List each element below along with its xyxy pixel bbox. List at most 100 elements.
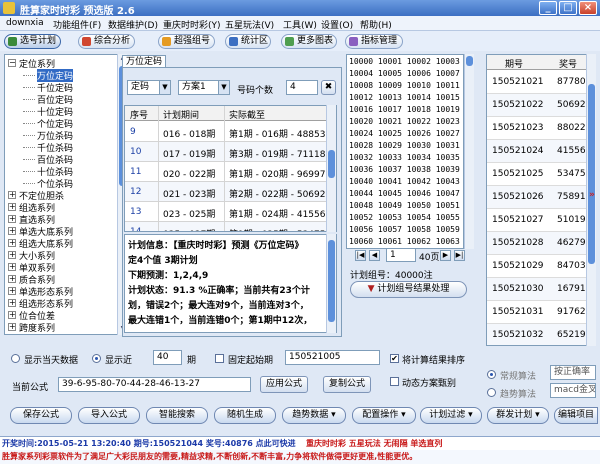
close-button[interactable]: × xyxy=(579,1,597,15)
recent-count-input[interactable]: 40 xyxy=(153,350,182,365)
trend-data-button[interactable]: 趋势数据 ▾ xyxy=(282,407,346,424)
edit-project-button[interactable]: 编辑项目 xyxy=(554,407,598,424)
result-row[interactable]: 150521030 16791 xyxy=(487,278,587,301)
expand-toggle-icon[interactable]: − xyxy=(8,59,16,67)
tab-plan[interactable]: 选号计划 xyxy=(4,34,61,49)
table-row[interactable]: 11 020 - 022期 第1期 - 020期 - 96997 xyxy=(125,162,336,182)
accuracy-select[interactable]: 按正确率 xyxy=(550,365,596,380)
start-issue-input[interactable]: 150521005 xyxy=(285,350,380,365)
config-button[interactable]: 配置操作 ▾ xyxy=(352,407,416,424)
tree-connector xyxy=(23,111,35,112)
sort-results-checkbox[interactable]: ✔ xyxy=(390,354,399,363)
result-row[interactable]: 150521021 87780 xyxy=(487,71,587,94)
expand-toggle-icon[interactable]: + xyxy=(8,215,16,223)
app-window: 胜算家时时彩 预选版 2.6 _ □ × downxia 功能组件(F) 数据维… xyxy=(0,0,600,464)
page-input[interactable]: 1 xyxy=(386,248,416,262)
count-input[interactable]: 4 xyxy=(286,80,318,95)
result-row[interactable]: 150521027 51019 xyxy=(487,209,587,232)
result-row[interactable]: 150521032 65219 xyxy=(487,324,587,345)
macd-select[interactable]: macd金叉点 xyxy=(550,383,596,398)
expand-toggle-icon[interactable]: + xyxy=(8,227,16,235)
info-line: 最大连错1个，当前连错0个；第1期中12次， xyxy=(128,316,313,326)
first-page-icon[interactable]: |◀ xyxy=(355,250,366,261)
scroll-thumb[interactable] xyxy=(328,150,335,178)
result-row[interactable]: 150521024 41556 xyxy=(487,140,587,163)
draw-status-link[interactable]: 开奖时间:2015-05-21 13:20:40 期号:150521044 奖号… xyxy=(2,438,296,449)
menu-functions[interactable]: 功能组件(F) xyxy=(53,18,101,31)
expand-toggle-icon[interactable]: + xyxy=(8,239,16,247)
expand-toggle-icon[interactable]: + xyxy=(8,275,16,283)
prev-page-icon[interactable]: ◀ xyxy=(369,250,380,261)
result-row[interactable]: 150521029 84703 xyxy=(487,255,587,278)
type-select[interactable]: 定码 ▼ xyxy=(127,80,171,95)
tab-super-group[interactable]: 超强组号 xyxy=(158,34,215,49)
scroll-thumb[interactable] xyxy=(588,84,595,264)
expand-toggle-icon[interactable]: + xyxy=(8,311,16,319)
results-scrollbar[interactable] xyxy=(586,54,596,346)
table-row[interactable]: 14 025 - 027期 第1期 - 025期 - 53475 xyxy=(125,222,336,231)
menu-data[interactable]: 数据维护(D) xyxy=(108,18,158,31)
expand-toggle-icon[interactable]: + xyxy=(8,203,16,211)
analysis-icon xyxy=(82,37,91,46)
result-row[interactable]: 150521028 46279 xyxy=(487,232,587,255)
tab-more-charts[interactable]: 更多图表 xyxy=(281,34,337,49)
minimize-button[interactable]: _ xyxy=(539,1,557,15)
next-page-icon[interactable]: ▶ xyxy=(440,250,451,261)
plan-filter-button[interactable]: 计划过滤 ▾ xyxy=(420,407,482,424)
random-generate-button[interactable]: 随机生成 xyxy=(214,407,276,424)
scheme-select[interactable]: 方案1 ▼ xyxy=(178,80,230,95)
apply-formula-button[interactable]: 应用公式 xyxy=(260,376,308,393)
tree-connector xyxy=(23,159,35,160)
result-row[interactable]: 150521031 91762 xyxy=(487,301,587,324)
scroll-thumb[interactable] xyxy=(466,56,473,66)
number-row: 10056 10057 10058 10059 xyxy=(349,225,460,234)
trend-algo-radio[interactable] xyxy=(487,388,496,397)
show-recent-radio[interactable] xyxy=(92,354,101,363)
fix-start-checkbox[interactable] xyxy=(215,354,224,363)
last-page-icon[interactable]: ▶| xyxy=(454,250,465,261)
tab-indicators[interactable]: 指标管理 xyxy=(345,34,403,49)
grid-scrollbar[interactable] xyxy=(326,105,336,232)
expand-toggle-icon[interactable]: + xyxy=(8,191,16,199)
tab-stats[interactable]: 统计区 xyxy=(225,34,271,49)
info-scrollbar[interactable] xyxy=(326,234,336,333)
result-row[interactable]: 150521022 50692 xyxy=(487,94,587,117)
expand-toggle-icon[interactable]: + xyxy=(8,299,16,307)
menu-help[interactable]: 帮助(H) xyxy=(360,18,392,31)
tab-analysis[interactable]: 综合分析 xyxy=(78,34,135,49)
expand-toggle-icon[interactable]: + xyxy=(8,263,16,271)
expand-arrow-icon[interactable]: » xyxy=(589,190,595,200)
table-row[interactable]: 9 016 - 018期 第1期 - 016期 - 48853 xyxy=(125,122,336,142)
smart-search-button[interactable]: 智能搜索 xyxy=(146,407,208,424)
menu-settings[interactable]: 设置(O) xyxy=(321,18,353,31)
number-scrollbar[interactable] xyxy=(464,54,474,249)
info-line: 计划信息：【重庆时时彩】预测《万位定码》 xyxy=(128,241,304,251)
menu-tools[interactable]: 工具(W) xyxy=(283,18,317,31)
expand-toggle-icon[interactable]: + xyxy=(8,287,16,295)
show-today-label: 显示当天数据 xyxy=(24,356,79,366)
menu-downxia[interactable]: downxia xyxy=(6,18,44,28)
clear-icon[interactable]: ✖ xyxy=(321,80,336,95)
result-row[interactable]: 150521023 88022 xyxy=(487,117,587,140)
copy-formula-button[interactable]: 复制公式 xyxy=(323,376,371,393)
normal-algo-radio[interactable] xyxy=(487,370,496,379)
table-row[interactable]: 13 023 - 025期 第1期 - 024期 - 41556 xyxy=(125,202,336,222)
import-formula-button[interactable]: 导入公式 xyxy=(78,407,140,424)
show-today-radio[interactable] xyxy=(11,354,20,363)
expand-toggle-icon[interactable]: + xyxy=(8,323,16,331)
result-row[interactable]: 150521025 53475 xyxy=(487,163,587,186)
menu-chongqing[interactable]: 重庆时时彩(Y) xyxy=(163,18,221,31)
table-row[interactable]: 12 021 - 023期 第2期 - 022期 - 50692 xyxy=(125,182,336,202)
dynamic-judge-checkbox[interactable] xyxy=(390,377,399,386)
formula-input[interactable]: 39-6-95-80-70-44-28-46-13-27 xyxy=(58,377,251,392)
maximize-button[interactable]: □ xyxy=(559,1,577,15)
trend-algo-label: 趋势算法 xyxy=(500,390,537,400)
expand-toggle-icon[interactable]: + xyxy=(8,251,16,259)
table-row[interactable]: 10 017 - 019期 第3期 - 019期 - 71118 xyxy=(125,142,336,162)
result-row[interactable]: 150521026 75891 xyxy=(487,186,587,209)
menu-fivestar[interactable]: 五星玩法(V) xyxy=(225,18,274,31)
broadcast-plan-button[interactable]: 群发计划 ▾ xyxy=(487,407,549,424)
process-results-button[interactable]: ▼ 计划组号结果处理 xyxy=(350,281,467,298)
scroll-thumb[interactable] xyxy=(328,240,335,322)
save-formula-button[interactable]: 保存公式 xyxy=(10,407,72,424)
